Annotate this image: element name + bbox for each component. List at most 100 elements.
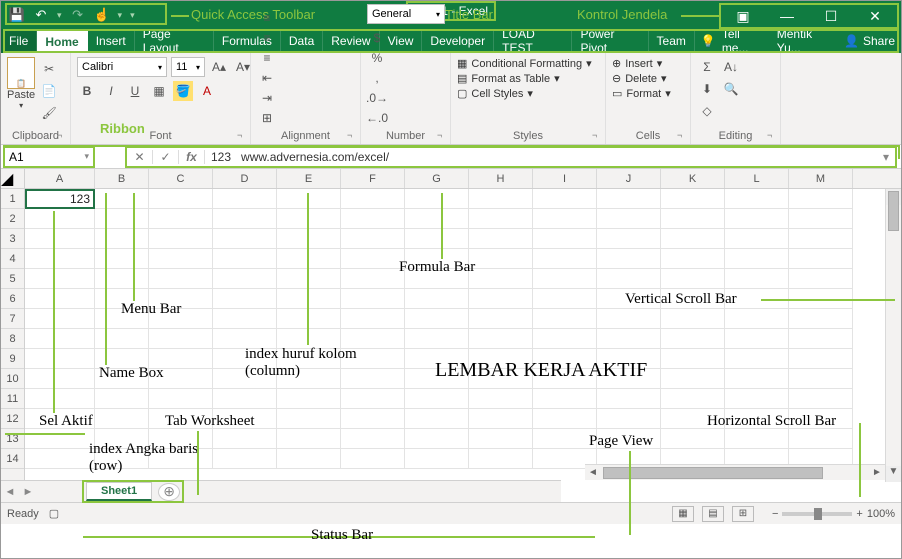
number-format-select[interactable]: General▾ [367,4,445,24]
cell[interactable] [661,329,725,349]
cell[interactable] [149,209,213,229]
row-header[interactable]: 10 [1,369,24,389]
cell[interactable] [661,429,725,449]
cell[interactable] [405,329,469,349]
cell[interactable] [405,289,469,309]
cell[interactable] [341,389,405,409]
add-sheet-icon[interactable]: ⊕ [158,483,180,501]
cell[interactable] [149,229,213,249]
row-header[interactable]: 14 [1,449,24,469]
cell[interactable] [213,449,277,469]
cell[interactable] [725,389,789,409]
cell[interactable] [469,429,533,449]
cell[interactable] [341,449,405,469]
cell[interactable] [725,349,789,369]
tab-page-layout[interactable]: Page Layout [135,29,214,53]
cell[interactable] [597,329,661,349]
cell[interactable] [25,209,95,229]
font-name-select[interactable]: Calibri▾ [77,57,167,77]
cell[interactable] [213,389,277,409]
zoom-slider[interactable] [782,512,852,516]
cell[interactable] [277,429,341,449]
col-header[interactable]: C [149,169,213,188]
cell[interactable] [277,409,341,429]
cell[interactable] [533,209,597,229]
row-header[interactable]: 9 [1,349,24,369]
cell[interactable] [661,389,725,409]
ribbon-options-icon[interactable]: ▣ [721,5,765,27]
cell[interactable] [661,309,725,329]
cell[interactable] [725,429,789,449]
col-header[interactable]: M [789,169,853,188]
cell[interactable] [213,249,277,269]
cell[interactable] [469,249,533,269]
row-header[interactable]: 5 [1,269,24,289]
cell[interactable] [469,409,533,429]
cell[interactable] [405,229,469,249]
cell[interactable] [95,249,149,269]
cell-styles-button[interactable]: ▢Cell Styles ▾ [457,87,533,100]
cell[interactable] [405,389,469,409]
scroll-thumb[interactable] [888,191,899,231]
grow-font-icon[interactable]: A▴ [209,57,229,77]
name-box[interactable]: A1 ▾ [3,146,95,168]
maximize-icon[interactable]: ☐ [809,5,853,27]
minimize-icon[interactable]: — [765,5,809,27]
cell[interactable] [25,389,95,409]
cell[interactable] [725,309,789,329]
sort-filter-icon[interactable]: A↓ [721,57,741,77]
cell[interactable] [277,249,341,269]
cell[interactable] [533,409,597,429]
decrease-decimal-icon[interactable]: ←.0 [367,108,387,128]
cell[interactable] [405,209,469,229]
cell[interactable] [213,429,277,449]
cell[interactable] [277,269,341,289]
tab-home[interactable]: Home [37,29,87,53]
cell[interactable] [533,389,597,409]
cell[interactable] [95,389,149,409]
cell[interactable] [789,329,853,349]
cell[interactable] [149,269,213,289]
cell[interactable] [149,329,213,349]
row-header[interactable]: 2 [1,209,24,229]
cell[interactable] [789,229,853,249]
close-icon[interactable]: ✕ [853,5,897,27]
tab-file[interactable]: File [1,29,37,53]
align-right-icon[interactable]: ≡ [257,48,277,68]
cell[interactable] [661,369,725,389]
cell[interactable] [341,209,405,229]
chevron-down-icon[interactable]: ▾ [84,151,89,162]
sheet-prev-icon[interactable]: ◄ [1,486,19,498]
cell[interactable] [469,229,533,249]
cell[interactable] [533,229,597,249]
cell[interactable] [277,189,341,209]
row-header[interactable]: 4 [1,249,24,269]
cell[interactable] [725,229,789,249]
cell[interactable] [789,429,853,449]
col-header[interactable]: D [213,169,277,188]
scroll-down-icon[interactable]: ▼ [886,466,901,482]
zoom-value[interactable]: 100% [867,508,895,520]
italic-icon[interactable]: I [101,81,121,101]
align-center-icon[interactable]: ≡ [257,28,277,48]
cell[interactable] [533,289,597,309]
currency-icon[interactable]: $ [367,28,387,48]
cell[interactable] [25,229,95,249]
clear-icon[interactable]: ◇ [697,101,717,121]
cell[interactable] [341,289,405,309]
cell[interactable] [789,269,853,289]
col-header[interactable]: F [341,169,405,188]
cell[interactable] [789,249,853,269]
increase-indent-icon[interactable]: ⇥ [257,88,277,108]
macro-record-icon[interactable]: ▢ [49,507,59,520]
col-header[interactable]: L [725,169,789,188]
vertical-scrollbar[interactable]: ▲ ▼ [885,189,901,482]
cell[interactable] [25,269,95,289]
col-header[interactable]: G [405,169,469,188]
cell[interactable] [469,269,533,289]
cell[interactable] [533,269,597,289]
col-header[interactable]: J [597,169,661,188]
cell[interactable] [597,269,661,289]
cell[interactable] [469,289,533,309]
cell[interactable] [661,209,725,229]
